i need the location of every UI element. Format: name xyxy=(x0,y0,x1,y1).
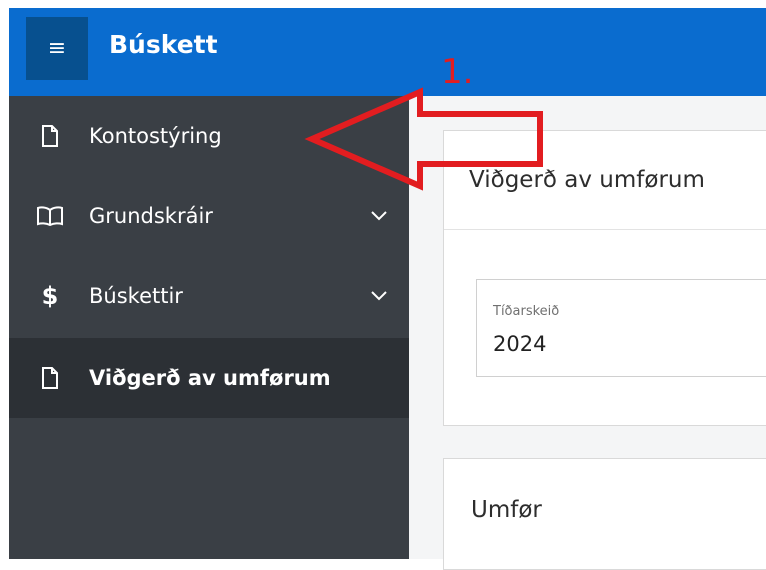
sidebar-item-label: Viðgerð av umførum xyxy=(89,366,331,390)
chevron-down-icon[interactable] xyxy=(371,291,387,301)
sidebar-item-label: Kontostýring xyxy=(89,124,222,148)
divider xyxy=(444,229,766,230)
sidebar-item-buskettir[interactable]: $ Búskettir xyxy=(9,256,409,336)
region-card-2: Umfør xyxy=(443,458,766,570)
sidebar-item-label: Búskettir xyxy=(89,284,183,308)
annotation-arrow-icon xyxy=(304,87,543,191)
book-icon xyxy=(35,201,65,231)
page-icon xyxy=(35,121,65,151)
chevron-down-icon[interactable] xyxy=(371,211,387,221)
field-value[interactable]: 2024 xyxy=(493,332,546,356)
sidebar-item-vidgerd-av-umforum[interactable]: Viðgerð av umførum xyxy=(9,338,409,418)
app-title[interactable]: Búskett xyxy=(109,30,218,59)
period-field[interactable]: Tíðarskeið 2024 xyxy=(476,279,766,377)
page-icon xyxy=(35,363,65,393)
dollar-icon: $ xyxy=(41,282,59,310)
hamburger-icon: ≡ xyxy=(47,36,67,61)
region-title-2: Umfør xyxy=(471,497,542,523)
menu-toggle-button[interactable]: ≡ xyxy=(26,17,88,80)
field-label: Tíðarskeið xyxy=(493,304,560,319)
top-bar: ≡ Búskett xyxy=(9,8,766,96)
sidebar-item-label: Grundskráir xyxy=(89,204,213,228)
